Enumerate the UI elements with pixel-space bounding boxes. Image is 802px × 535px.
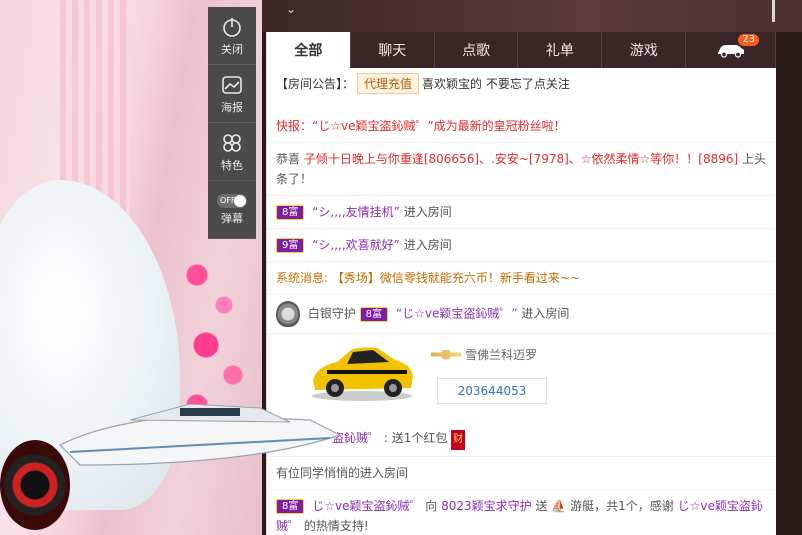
features-button[interactable]: 特色 [208,123,256,181]
tab-gifts-label: 礼单 [545,43,574,59]
car-user-id[interactable]: 203644053 [437,378,547,404]
silver-guard-icon [276,301,300,327]
gift-text: : 送1个红包 [383,431,448,445]
user-link[interactable]: じ☆ve颖宝盗鈊贼゜ [312,499,421,513]
user-link[interactable]: “じ☆ve颖宝盗鈊贼゜” [396,307,518,321]
chat-tabs: 全部 聊天 点歌 礼单 游戏 23 [267,32,776,68]
user-link[interactable]: “シ,,,,欢喜就好” [312,238,400,252]
notice-tag-button[interactable]: 代理充值 [357,72,420,94]
rank-badge: 8富 [359,306,389,322]
list-item: 8富 じ☆ve颖宝盗鈊贼゜ 向 8023颖宝求守护 送 ⛵ 游艇，共1个，感谢 … [267,490,776,535]
list-item: 白银守护 8富 “じ☆ve颖宝盗鈊贼゜” 进入房间 [267,295,776,334]
guard-prefix: 白银守护 [307,306,356,321]
tab-chat-label: 聊天 [378,43,407,59]
list-item: 恭喜 子倾十日晚上与你重逢[806656]、.安安~[7978]、☆依然柔情☆等… [267,143,776,196]
tab-songs[interactable]: 点歌 [435,32,519,68]
red-envelope-icon: 财 [451,430,466,450]
car-name: 雪佛兰科迈罗 [431,346,537,363]
tab-games[interactable]: 游戏 [602,32,687,68]
features-icon [223,133,241,152]
yacht-send: 送 [535,499,548,513]
enter-text: 进入房间 [403,238,452,252]
list-item: 9富 “シ,,,,欢喜就好” 进入房间 [267,229,776,262]
tab-songs-label: 点歌 [462,43,491,59]
yacht-icon: ⛵ [551,499,567,513]
toggle-knob [234,194,246,207]
tab-chat[interactable]: 聊天 [351,32,435,68]
tab-all[interactable]: 全部 [267,32,351,68]
yacht-thanks: 的热情支持! [303,519,369,533]
toggle-state-label: OFF [220,196,236,205]
user-link[interactable]: “シ,,,,友情挂机” [312,205,400,219]
danmaku-toggle[interactable]: OFF 弹幕 [208,181,256,239]
list-item: 系统消息: 【秀场】微信零钱就能充六币！新手看过来~~ [267,262,776,295]
car-count-badge: 23 [738,34,759,46]
rank-badge: 8富 [276,499,305,514]
top-bar: ⌄ [262,0,802,32]
tab-all-label: 全部 [294,43,323,59]
yacht-gift-animation [58,403,342,466]
tab-cars[interactable]: 23 [686,32,776,68]
divider [772,0,775,22]
poster-button[interactable]: 海报 [208,65,256,123]
notice-text: 喜欢颖宝的 不要忘了点关注 [422,76,570,91]
system-message: 系统消息: 【秀场】微信零钱就能充六币！新手看过来~~ [276,271,580,285]
user-link[interactable]: 8023颖宝求守护 [441,499,532,513]
tab-games-label: 游戏 [629,43,658,59]
danmaku-label: 弹幕 [221,211,243,225]
close-label: 关闭 [221,42,243,56]
poster-icon [222,75,242,94]
yacht-to: 向 [425,499,438,513]
flash-message: 快报：“じ☆ve颖宝盗鈊贼゜”成为最新的皇冠粉丝啦！ [276,119,566,133]
power-icon [223,17,241,37]
video-controls: 关闭 海报 特色 OFF 弹幕 [208,7,256,239]
chevrolet-logo-icon [431,349,461,360]
enter-text: 进入房间 [521,306,570,321]
tab-gifts[interactable]: 礼单 [518,32,603,68]
poster-label: 海报 [221,100,243,114]
chevron-down-icon[interactable]: ⌄ [286,2,296,16]
danmaku-toggle-icon[interactable]: OFF [217,193,247,208]
yacht-text: 游艇，共1个，感谢 [570,499,674,513]
features-label: 特色 [221,158,243,172]
rank-badge: 8富 [276,205,305,220]
notice-prefix: 【房间公告】： [276,76,355,91]
car-name-label: 雪佛兰科迈罗 [465,348,538,362]
room-notice: 【房间公告】： 代理充值 喜欢颖宝的 不要忘了点关注 [267,68,776,98]
congrats-prefix: 恭喜 [276,152,301,166]
enter-text: 进入房间 [403,205,452,219]
close-button[interactable]: 关闭 [208,7,256,65]
congrats-names[interactable]: 子倾十日晚上与你重逢[806656]、.安安~[7978]、☆依然柔情☆等你！！… [304,152,738,166]
rank-badge: 9富 [276,238,305,253]
list-item: 快报：“じ☆ve颖宝盗鈊贼゜”成为最新的皇冠粉丝啦！ [267,98,776,143]
list-item: 8富 “シ,,,,友情挂机” 进入房间 [267,196,776,229]
